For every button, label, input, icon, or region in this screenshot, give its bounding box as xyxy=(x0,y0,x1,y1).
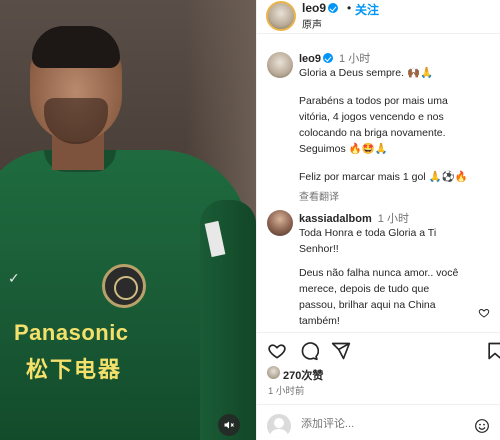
player-hair xyxy=(32,26,120,68)
comment-input[interactable] xyxy=(301,418,421,430)
comment-time: 1 小时 xyxy=(339,53,371,65)
share-icon[interactable] xyxy=(331,341,351,361)
club-badge xyxy=(102,264,146,308)
comment-text: Gloria a Deus sempre. 🙌🏾🙏 xyxy=(299,67,434,79)
comment-text: merece, depois de tudo que xyxy=(299,283,430,295)
username-text[interactable]: leo9 xyxy=(302,1,326,15)
likes-count[interactable]: 270次赞 xyxy=(283,367,323,383)
comment-text: Toda Honra e toda Gloria a Ti xyxy=(299,227,437,239)
see-translation-link[interactable]: 查看翻译 xyxy=(299,188,339,203)
comment-header: kassiadalbom 1 小时 xyxy=(299,210,409,226)
comment-icon[interactable] xyxy=(299,341,319,361)
separator-dot: • xyxy=(347,1,352,15)
heart-icon[interactable] xyxy=(267,341,287,361)
avatar[interactable] xyxy=(267,52,293,78)
sponsor-logo-cn: 松下电器 xyxy=(26,358,123,383)
follow-button[interactable]: 关注 xyxy=(355,1,379,18)
avatar[interactable] xyxy=(267,366,280,379)
post-timestamp: 1 小时前 xyxy=(268,386,305,397)
avatar[interactable] xyxy=(267,210,293,236)
verified-badge-icon xyxy=(328,3,339,13)
comment-text: vitória, 4 jogos vencendo e nos xyxy=(299,111,444,123)
comment-time: 1 小时 xyxy=(377,213,409,225)
comment-text: também! xyxy=(299,315,340,327)
action-bar xyxy=(257,332,500,362)
post-header: leo9 • 关注 原声 xyxy=(257,0,500,34)
comment-username[interactable]: kassiadalbom xyxy=(299,213,372,225)
comment-text: passou, brilhar aqui na China xyxy=(299,299,436,311)
comment-header: leo9 1 小时 xyxy=(299,50,370,66)
post-side-panel: leo9 • 关注 原声 leo9 1 小时 Gloria a Deus semp… xyxy=(256,0,500,440)
comment-composer xyxy=(257,404,500,440)
verified-badge-icon xyxy=(323,53,334,63)
avatar[interactable] xyxy=(266,1,296,31)
comment-text: Senhor!! xyxy=(299,243,339,255)
speaker-muted-icon xyxy=(224,421,234,429)
avatar xyxy=(267,414,291,438)
post-media[interactable]: ✓ Panasonic 松下电器 xyxy=(0,0,256,440)
comment-like-heart-icon[interactable] xyxy=(478,307,490,319)
audio-label[interactable]: 原声 xyxy=(302,16,322,31)
comment-text: Parabéns a todos por mais uma xyxy=(299,95,448,107)
comment-username[interactable]: leo9 xyxy=(299,53,321,65)
mute-button[interactable] xyxy=(218,414,240,436)
comment-text: Feliz por marcar mais 1 gol 🙏⚽🔥 xyxy=(299,171,468,183)
emoji-icon[interactable] xyxy=(474,418,490,434)
comment-text: colocando na briga novamente. xyxy=(299,127,446,139)
comment-text: Seguimos 🔥🤩🙏 xyxy=(299,143,388,155)
header-username[interactable]: leo9 xyxy=(302,1,339,15)
bookmark-icon[interactable] xyxy=(485,341,500,361)
brand-logo: ✓ xyxy=(8,270,20,286)
comment-text: Deus não falha nunca amor.. você xyxy=(299,267,459,279)
sponsor-logo: Panasonic xyxy=(14,320,129,345)
